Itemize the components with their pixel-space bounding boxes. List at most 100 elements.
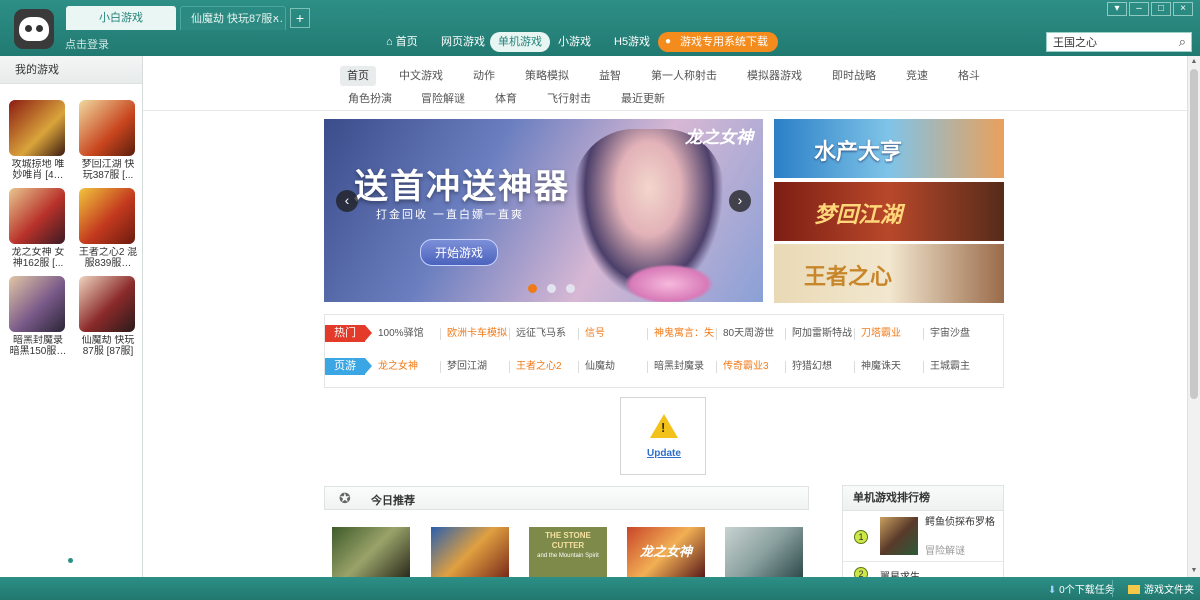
divider [509, 328, 510, 340]
game-name: 攻城掠地 唯妙唯肖 [4… [11, 159, 65, 181]
main-banner[interactable]: 送首冲送神器 打金回收 一直白嫖一直爽 开始游戏 龙之女神 ‹ › [324, 119, 763, 302]
web-game-link[interactable]: 狩猎幻想 [792, 360, 832, 374]
download-tasks[interactable]: ⬇ 0个下载任务 [1048, 581, 1115, 596]
rank-thumbnail[interactable] [880, 517, 918, 555]
hot-tag: 热门 [325, 325, 372, 342]
web-game-link[interactable]: 传奇霸业3 [723, 360, 769, 374]
category-item[interactable]: 第一人称射击 [651, 66, 717, 86]
hot-link[interactable]: 远征飞马系 [516, 327, 566, 341]
web-game-link[interactable]: 王城霸主 [930, 360, 970, 374]
category-item[interactable]: 动作 [473, 66, 495, 86]
recommend-thumbnail[interactable] [725, 527, 803, 577]
hot-link[interactable]: 刀塔霸业 [861, 327, 901, 341]
close-button[interactable]: × [1173, 2, 1193, 16]
search-input[interactable] [1047, 33, 1167, 51]
login-link[interactable]: 点击登录 [65, 36, 109, 52]
category-item[interactable]: 策略模拟 [525, 66, 569, 86]
game-name: 龙之女神 女神162服 [... [11, 247, 65, 269]
tab-close-icon[interactable]: × [273, 7, 279, 30]
nav-single-games[interactable]: 单机游戏 [490, 32, 550, 52]
start-game-button[interactable]: 开始游戏 [420, 239, 499, 266]
recommend-thumbnail[interactable] [431, 527, 509, 577]
maximize-button[interactable]: □ [1151, 2, 1171, 16]
search-icon[interactable]: ⌕ [1179, 34, 1186, 50]
web-game-link[interactable]: 梦回江湖 [447, 360, 487, 374]
game-name: 仙魔劫 快玩87服 [87服] [81, 335, 135, 357]
hot-link[interactable]: 阿加雷斯特战 [792, 327, 852, 341]
web-game-link[interactable]: 神魔诛天 [861, 360, 901, 374]
minimize-button[interactable]: – [1129, 2, 1149, 16]
category-item[interactable]: 即时战略 [832, 66, 876, 86]
category-item[interactable]: 中文游戏 [399, 66, 443, 86]
side-banner[interactable]: 王者之心 [774, 244, 1004, 303]
prev-arrow-icon[interactable]: ‹ [336, 190, 358, 212]
divider [578, 328, 579, 340]
update-link[interactable]: Update [621, 448, 707, 459]
side-banner[interactable]: 水产大亨 [774, 119, 1004, 178]
recommend-thumbnail[interactable] [332, 527, 410, 577]
scroll-up-icon[interactable]: ▲ [1188, 56, 1200, 68]
sidebar-game[interactable]: 龙之女神 女神162服 [... [7, 188, 69, 269]
web-game-link[interactable]: 王者之心2 [516, 360, 562, 374]
menu-button[interactable]: ▾ [1107, 2, 1127, 16]
category-item[interactable]: 益智 [599, 66, 621, 86]
nav-mini-games[interactable]: 小游戏 [558, 32, 591, 52]
nav-h5-games[interactable]: H5游戏 [614, 32, 650, 52]
hot-link[interactable]: 欧洲卡车模拟 [447, 327, 507, 341]
web-game-link[interactable]: 龙之女神 [378, 360, 418, 374]
category-item[interactable]: 首页 [340, 66, 376, 86]
vertical-scrollbar[interactable]: ▲ ▼ [1187, 56, 1200, 577]
hot-link[interactable]: 宇宙沙盘 [930, 327, 970, 341]
category-item[interactable]: 竞速 [906, 66, 928, 86]
carousel-dot[interactable] [547, 284, 556, 293]
sidebar-game[interactable]: 王者之心2 混服839服… [77, 188, 139, 269]
next-arrow-icon[interactable]: › [729, 190, 751, 212]
page-indicator [68, 558, 73, 563]
nav-home[interactable]: ⌂ 首页 [386, 32, 418, 52]
sidebar-game[interactable]: 攻城掠地 唯妙唯肖 [4… [7, 100, 69, 181]
app-logo[interactable] [14, 9, 54, 49]
web-game-link[interactable]: 仙魔劫 [585, 360, 615, 374]
sidebar-game[interactable]: 仙魔劫 快玩87服 [87服] [77, 276, 139, 357]
game-name: 王者之心2 混服839服… [78, 247, 138, 269]
category-item[interactable]: 体育 [495, 89, 517, 109]
tab-xiaobai[interactable]: 小白游戏 [66, 6, 176, 30]
category-item[interactable]: 飞行射击 [547, 89, 591, 109]
ranking-panel: 单机游戏排行榜 1 鳄鱼侦探布罗格 冒险解谜 2 翼星求生 [842, 485, 1004, 583]
side-banner[interactable]: 梦回江湖 [774, 182, 1004, 241]
divider [785, 361, 786, 373]
hot-link[interactable]: 100%驿馆 [378, 327, 424, 341]
hot-link[interactable]: 神鬼寓言：失 [654, 327, 714, 341]
category-item[interactable]: 模拟器游戏 [747, 66, 802, 86]
game-folder[interactable]: 游戏文件夹 [1128, 581, 1194, 596]
divider [785, 328, 786, 340]
carousel-dot[interactable] [528, 284, 537, 293]
divider [509, 361, 510, 373]
nav-web-games[interactable]: 网页游戏 [441, 32, 485, 52]
category-item[interactable]: 冒险解谜 [421, 89, 465, 109]
nav-system-download[interactable]: 游戏专用系统下载 [658, 32, 778, 52]
hot-link[interactable]: 信号 [585, 327, 605, 341]
game-thumbnail [9, 276, 65, 332]
divider [716, 328, 717, 340]
divider [143, 110, 1187, 111]
nav-home-label: 首页 [395, 36, 418, 48]
recommend-thumbnail[interactable]: THE STONE CUTTER and the Mountain Spirit [529, 527, 607, 577]
sidebar-game[interactable]: 梦回江湖 快玩387服 [... [77, 100, 139, 181]
recommend-thumbnail[interactable]: 龙之女神 [627, 527, 705, 577]
scroll-thumb[interactable] [1190, 69, 1198, 399]
carousel-dot[interactable] [566, 284, 575, 293]
sidebar-game[interactable]: 暗黑封魔录 暗黑150服… [7, 276, 69, 357]
game-thumbnail [79, 188, 135, 244]
hot-link[interactable]: 80天周游世 [723, 327, 774, 341]
category-item[interactable]: 格斗 [958, 66, 980, 86]
category-item[interactable]: 最近更新 [621, 89, 665, 109]
tab-xianmojie[interactable]: 仙魔劫 快玩87服… × [180, 6, 286, 30]
rank-game-name[interactable]: 鳄鱼侦探布罗格 [925, 517, 995, 529]
game-thumbnail [79, 100, 135, 156]
category-item[interactable]: 角色扮演 [348, 89, 392, 109]
web-game-link[interactable]: 暗黑封魔录 [654, 360, 704, 374]
scroll-down-icon[interactable]: ▼ [1188, 565, 1200, 577]
title-bar: 点击登录 小白游戏 仙魔劫 快玩87服… × + ▾ – □ × ⌂ 首页 网页游… [0, 0, 1200, 56]
new-tab-button[interactable]: + [290, 8, 310, 28]
